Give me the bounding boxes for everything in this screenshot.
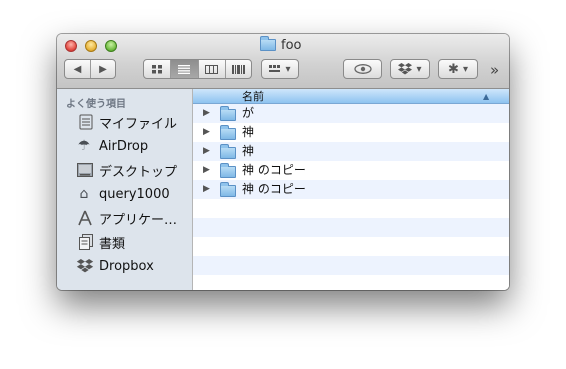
eye-icon [353, 64, 372, 74]
empty-row [193, 218, 509, 237]
table-row[interactable]: ▶ 神 [193, 142, 509, 161]
sidebar-item-label: デスクトップ [99, 164, 178, 180]
folder-icon [220, 144, 236, 159]
arrange-button[interactable]: ▾ [261, 59, 299, 79]
name-column-header[interactable]: 名前 ▲ [193, 89, 509, 104]
disclosure-triangle-icon[interactable]: ▶ [203, 161, 210, 180]
disclosure-triangle-icon[interactable]: ▶ [203, 123, 210, 142]
sidebar-item-airdrop[interactable]: ☂ AirDrop [57, 135, 192, 157]
all-my-files-icon [79, 114, 93, 130]
disclosure-triangle-icon[interactable]: ▶ [203, 180, 210, 199]
file-name: が [242, 106, 255, 120]
disclosure-triangle-icon[interactable]: ▶ [203, 104, 210, 123]
folder-icon [220, 182, 236, 197]
column-view-icon [205, 64, 219, 74]
zoom-button[interactable] [105, 40, 117, 52]
icon-view-icon [151, 64, 162, 73]
chevron-down-icon: ▾ [285, 63, 291, 75]
folder-icon [260, 36, 276, 51]
file-rows: ▶ が ▶ 神 ▶ 神 ▶ 神 のコピー ▶ 神 のコピー [193, 104, 509, 290]
titlebar: foo ◀ ▶ ▾ ▾ ✱ ▾ » [57, 34, 509, 89]
disclosure-triangle-icon[interactable]: ▶ [203, 142, 210, 161]
sidebar-item-label: マイファイル [99, 116, 178, 132]
sidebar-item-dropbox[interactable]: Dropbox [57, 255, 192, 277]
action-button[interactable]: ✱ ▾ [438, 59, 478, 79]
empty-row [193, 237, 509, 256]
file-name: 神 [242, 144, 255, 158]
sidebar-item-label: AirDrop [99, 138, 149, 154]
sidebar-item-documents[interactable]: 書類 [57, 231, 192, 253]
empty-row [193, 199, 509, 218]
file-name: 神 [242, 125, 255, 139]
dropbox-icon [398, 63, 413, 75]
file-name: 神 のコピー [242, 182, 306, 196]
sidebar-item-label: アプリケー… [99, 212, 178, 228]
window-title: foo [260, 36, 302, 53]
table-row[interactable]: ▶ 神 [193, 123, 509, 142]
documents-icon [79, 234, 93, 250]
airdrop-icon: ☂ [77, 138, 91, 154]
gear-icon: ✱ [448, 61, 459, 77]
minimize-button[interactable] [85, 40, 97, 52]
sidebar-item-applications[interactable]: アプリケー… [57, 207, 192, 229]
back-arrow-icon: ◀ [73, 63, 82, 75]
chevron-down-icon: ▾ [416, 63, 422, 75]
dropbox-button[interactable]: ▾ [390, 59, 430, 79]
home-icon: ⌂ [79, 186, 89, 202]
dropbox-icon [76, 259, 94, 273]
sort-ascending-icon: ▲ [483, 92, 490, 101]
file-list: 名前 ▲ ▶ が ▶ 神 ▶ 神 ▶ 神 のコピー ▶ 神 のコピー [193, 89, 509, 290]
view-switcher [143, 59, 252, 79]
forward-arrow-icon: ▶ [99, 63, 107, 75]
sidebar-item-label: query1000 [99, 186, 170, 202]
sidebar-heading-favorites: よく使う項目 [66, 99, 126, 110]
sidebar-item-desktop[interactable]: デスクトップ [57, 159, 192, 181]
forward-button[interactable]: ▶ [89, 60, 115, 78]
folder-icon [220, 163, 236, 178]
arrange-icon [269, 65, 281, 72]
folder-icon [220, 106, 236, 121]
list-view-button[interactable] [170, 60, 198, 78]
quick-look-button[interactable] [343, 59, 382, 79]
back-forward-control: ◀ ▶ [64, 59, 116, 79]
column-header-label: 名前 [242, 90, 264, 103]
chevron-down-icon: ▾ [462, 63, 468, 75]
toolbar-overflow-button[interactable]: » [490, 61, 499, 79]
folder-icon [220, 125, 236, 140]
desktop-icon [77, 163, 93, 177]
icon-view-button[interactable] [144, 60, 170, 78]
column-view-button[interactable] [197, 60, 225, 78]
empty-row [193, 256, 509, 275]
close-button[interactable] [65, 40, 77, 52]
applications-icon [78, 210, 92, 226]
table-row[interactable]: ▶ が [193, 104, 509, 123]
file-name: 神 のコピー [242, 163, 306, 177]
back-button[interactable]: ◀ [65, 60, 90, 78]
sidebar-item-label: 書類 [99, 236, 126, 252]
table-row[interactable]: ▶ 神 のコピー [193, 180, 509, 199]
list-view-icon [178, 64, 191, 74]
sidebar: よく使う項目 マイファイル ☂ AirDrop デスクトップ ⌂ query10… [57, 89, 193, 290]
coverflow-view-button[interactable] [224, 60, 251, 78]
empty-row [193, 275, 509, 290]
coverflow-view-icon [231, 64, 245, 74]
table-row[interactable]: ▶ 神 のコピー [193, 161, 509, 180]
sidebar-item-label: Dropbox [99, 258, 154, 274]
finder-window: foo ◀ ▶ ▾ ▾ ✱ ▾ » よく使う項目 マイファイル ☂ AirDro… [57, 34, 509, 290]
sidebar-item-all-my-files[interactable]: マイファイル [57, 111, 192, 133]
sidebar-item-home[interactable]: ⌂ query1000 [57, 183, 192, 205]
window-title-text: foo [281, 37, 302, 53]
